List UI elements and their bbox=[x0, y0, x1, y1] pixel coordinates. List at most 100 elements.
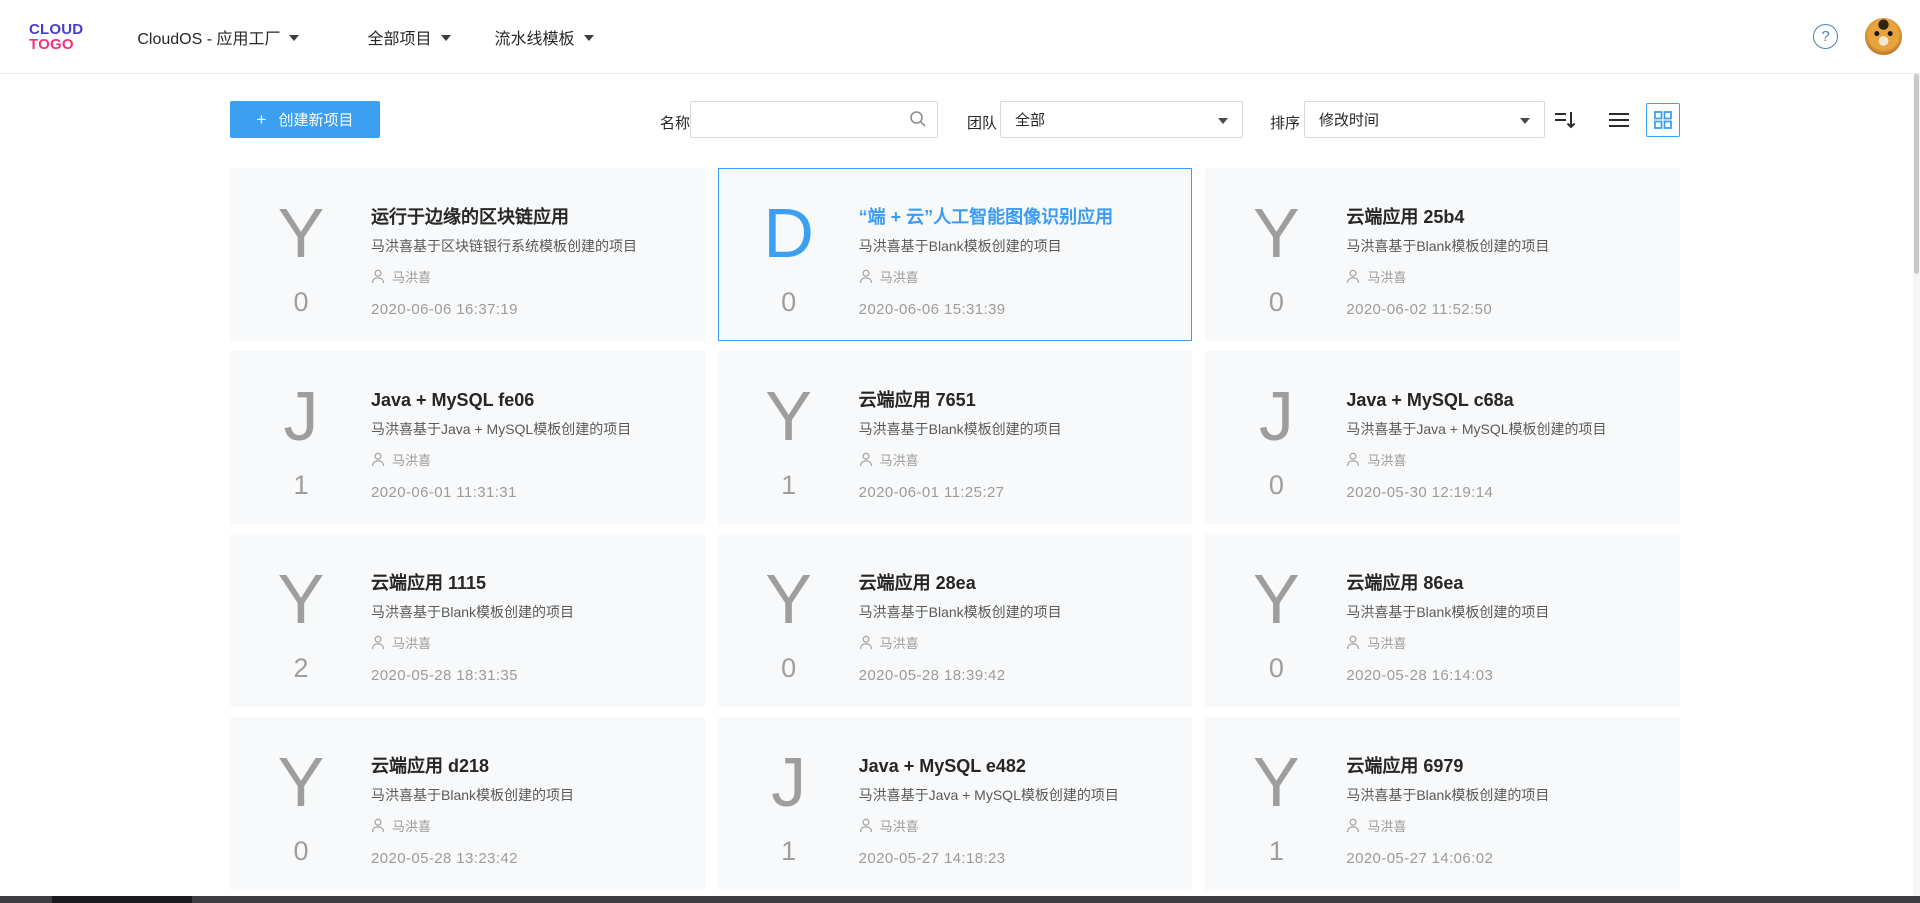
plus-icon: + bbox=[257, 110, 267, 130]
project-owner: 马洪喜 bbox=[1367, 816, 1406, 835]
person-icon bbox=[859, 818, 873, 833]
person-icon bbox=[371, 269, 385, 284]
name-search bbox=[690, 101, 938, 138]
project-owner: 马洪喜 bbox=[1367, 633, 1406, 652]
project-owner: 马洪喜 bbox=[880, 633, 919, 652]
project-letter-avatar: J bbox=[1259, 386, 1294, 446]
project-title[interactable]: “端 + 云”人工智能图像识别应用 bbox=[859, 207, 1168, 227]
team-select-value: 全部 bbox=[1015, 109, 1045, 130]
person-icon bbox=[859, 635, 873, 650]
person-icon bbox=[1346, 635, 1360, 650]
project-owner: 马洪喜 bbox=[392, 450, 431, 469]
nav-pipeline-templates[interactable]: 流水线模板 bbox=[495, 25, 594, 49]
project-title[interactable]: 云端应用 7651 bbox=[859, 390, 1168, 410]
project-modified-time: 2020-06-01 11:31:31 bbox=[371, 484, 680, 501]
team-select[interactable]: 全部 bbox=[1000, 101, 1243, 138]
user-avatar[interactable] bbox=[1865, 18, 1902, 55]
vertical-scrollbar-thumb[interactable] bbox=[1914, 74, 1919, 274]
project-owner: 马洪喜 bbox=[392, 267, 431, 286]
team-filter-label: 团队 bbox=[967, 112, 997, 133]
project-count-badge: 1 bbox=[781, 836, 796, 867]
project-title[interactable]: 云端应用 1115 bbox=[371, 573, 680, 593]
project-card[interactable]: Y 0 运行于边缘的区块链应用 马洪喜基于区块链银行系统模板创建的项目 马洪喜 … bbox=[230, 168, 705, 341]
search-icon[interactable] bbox=[908, 109, 928, 134]
project-title[interactable]: Java + MySQL fe06 bbox=[371, 390, 680, 410]
caret-down-icon bbox=[584, 35, 594, 41]
project-description: 马洪喜基于Java + MySQL模板创建的项目 bbox=[1346, 419, 1655, 439]
project-count-badge: 1 bbox=[293, 470, 308, 501]
project-card[interactable]: J 1 Java + MySQL fe06 马洪喜基于Java + MySQL模… bbox=[230, 351, 705, 524]
nav-cloudos-label: CloudOS - 应用工厂 bbox=[137, 25, 280, 49]
project-card[interactable]: Y 0 云端应用 86ea 马洪喜基于Blank模板创建的项目 马洪喜 2020… bbox=[1205, 534, 1680, 707]
logo-line-cloud: CLOUD bbox=[29, 22, 83, 37]
project-owner: 马洪喜 bbox=[1367, 450, 1406, 469]
horizontal-scrollbar[interactable] bbox=[0, 896, 1920, 903]
nav-cloudos-app-factory[interactable]: CloudOS - 应用工厂 bbox=[137, 25, 299, 49]
project-modified-time: 2020-05-27 14:18:23 bbox=[859, 850, 1168, 867]
vertical-scrollbar[interactable] bbox=[1913, 74, 1920, 896]
project-modified-time: 2020-06-02 11:52:50 bbox=[1346, 301, 1655, 318]
project-modified-time: 2020-05-27 14:06:02 bbox=[1346, 850, 1655, 867]
create-new-project-button[interactable]: + 创建新项目 bbox=[230, 101, 380, 138]
project-count-badge: 1 bbox=[1269, 836, 1284, 867]
person-icon bbox=[371, 452, 385, 467]
nav-pipeline-templates-label: 流水线模板 bbox=[495, 25, 575, 49]
project-title[interactable]: 云端应用 d218 bbox=[371, 756, 680, 776]
project-title[interactable]: Java + MySQL c68a bbox=[1346, 390, 1655, 410]
project-title[interactable]: Java + MySQL e482 bbox=[859, 756, 1168, 776]
project-count-badge: 0 bbox=[293, 836, 308, 867]
project-description: 马洪喜基于Blank模板创建的项目 bbox=[859, 236, 1168, 256]
horizontal-scrollbar-thumb[interactable] bbox=[52, 896, 192, 903]
help-icon[interactable]: ? bbox=[1813, 24, 1838, 49]
project-owner: 马洪喜 bbox=[880, 267, 919, 286]
project-title[interactable]: 云端应用 25b4 bbox=[1346, 207, 1655, 227]
project-letter-avatar: D bbox=[763, 203, 814, 263]
caret-down-icon bbox=[1520, 118, 1530, 124]
project-modified-time: 2020-05-28 13:23:42 bbox=[371, 850, 680, 867]
project-title[interactable]: 云端应用 86ea bbox=[1346, 573, 1655, 593]
project-owner: 马洪喜 bbox=[392, 816, 431, 835]
project-owner: 马洪喜 bbox=[880, 816, 919, 835]
project-title[interactable]: 云端应用 6979 bbox=[1346, 756, 1655, 776]
caret-down-icon bbox=[441, 35, 451, 41]
project-card[interactable]: Y 1 云端应用 7651 马洪喜基于Blank模板创建的项目 马洪喜 2020… bbox=[718, 351, 1193, 524]
project-card[interactable]: Y 1 云端应用 6979 马洪喜基于Blank模板创建的项目 马洪喜 2020… bbox=[1205, 717, 1680, 890]
project-title[interactable]: 运行于边缘的区块链应用 bbox=[371, 207, 680, 227]
logo-line-togo: TOGO bbox=[29, 37, 83, 52]
project-letter-avatar: J bbox=[771, 752, 806, 812]
project-count-badge: 0 bbox=[781, 287, 796, 318]
person-icon bbox=[859, 269, 873, 284]
project-count-badge: 1 bbox=[781, 470, 796, 501]
name-search-input[interactable] bbox=[690, 101, 938, 138]
project-count-badge: 0 bbox=[1269, 470, 1284, 501]
project-card[interactable]: J 1 Java + MySQL e482 马洪喜基于Java + MySQL模… bbox=[718, 717, 1193, 890]
project-description: 马洪喜基于Java + MySQL模板创建的项目 bbox=[371, 419, 680, 439]
project-card[interactable]: Y 0 云端应用 28ea 马洪喜基于Blank模板创建的项目 马洪喜 2020… bbox=[718, 534, 1193, 707]
person-icon bbox=[1346, 452, 1360, 467]
project-owner: 马洪喜 bbox=[392, 633, 431, 652]
project-owner: 马洪喜 bbox=[880, 450, 919, 469]
project-title[interactable]: 云端应用 28ea bbox=[859, 573, 1168, 593]
sort-select[interactable]: 修改时间 bbox=[1304, 101, 1545, 138]
project-count-badge: 0 bbox=[1269, 653, 1284, 684]
project-card[interactable]: D 0 “端 + 云”人工智能图像识别应用 马洪喜基于Blank模板创建的项目 … bbox=[718, 168, 1193, 341]
project-count-badge: 2 bbox=[293, 653, 308, 684]
person-icon bbox=[371, 818, 385, 833]
project-card[interactable]: Y 2 云端应用 1115 马洪喜基于Blank模板创建的项目 马洪喜 2020… bbox=[230, 534, 705, 707]
sort-descending-icon[interactable] bbox=[1552, 107, 1578, 138]
top-header: CLOUD TOGO CloudOS - 应用工厂 全部项目 流水线模板 ? bbox=[0, 0, 1920, 74]
nav-all-projects[interactable]: 全部项目 bbox=[367, 25, 450, 49]
project-card[interactable]: Y 0 云端应用 d218 马洪喜基于Blank模板创建的项目 马洪喜 2020… bbox=[230, 717, 705, 890]
sort-label: 排序 bbox=[1270, 112, 1300, 133]
project-letter-avatar: Y bbox=[278, 752, 325, 812]
project-card[interactable]: J 0 Java + MySQL c68a 马洪喜基于Java + MySQL模… bbox=[1205, 351, 1680, 524]
project-modified-time: 2020-06-01 11:25:27 bbox=[859, 484, 1168, 501]
sort-select-value: 修改时间 bbox=[1319, 109, 1379, 130]
list-view-icon[interactable] bbox=[1606, 107, 1632, 138]
project-card[interactable]: Y 0 云端应用 25b4 马洪喜基于Blank模板创建的项目 马洪喜 2020… bbox=[1205, 168, 1680, 341]
grid-view-icon[interactable] bbox=[1646, 103, 1680, 137]
caret-down-icon bbox=[1218, 118, 1228, 124]
project-letter-avatar: Y bbox=[278, 569, 325, 629]
project-description: 马洪喜基于Blank模板创建的项目 bbox=[371, 785, 680, 805]
create-new-project-label: 创建新项目 bbox=[278, 109, 353, 130]
